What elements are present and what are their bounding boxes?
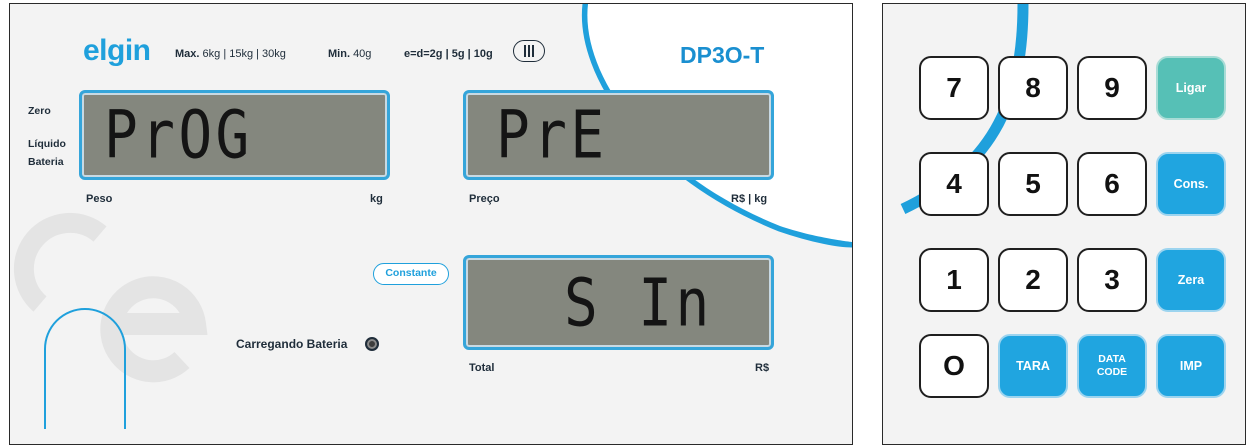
max-capacity: Max. 6kg | 15kg | 30kg	[175, 48, 286, 60]
key-label: Cons.	[1173, 177, 1209, 191]
min-capacity: Min. 40g	[328, 48, 372, 60]
total-unit: R$	[755, 362, 770, 374]
key-label: Ligar	[1175, 81, 1207, 95]
division-spec: e=d=2g | 5g | 10g	[404, 48, 493, 60]
weight-label: Peso	[86, 193, 113, 205]
total-label: Total	[469, 362, 495, 374]
charging-led-icon	[365, 337, 379, 351]
key-label-line2: CODE	[1096, 366, 1128, 378]
consult-button[interactable]: Cons.	[1156, 152, 1226, 216]
total-value: S In	[564, 264, 713, 341]
key-label: 4	[946, 168, 962, 199]
key-2[interactable]: 2	[998, 248, 1068, 312]
total-display: S In	[463, 255, 774, 350]
weight-unit: kg	[370, 193, 383, 205]
key-label: Zera	[1177, 273, 1205, 287]
key-label: 2	[1025, 264, 1041, 295]
zero-indicator-label: Zero	[28, 105, 51, 117]
data-code-button[interactable]: DATA CODE	[1077, 334, 1147, 398]
key-label: O	[943, 350, 965, 381]
key-label: 6	[1104, 168, 1120, 199]
key-label: 5	[1025, 168, 1041, 199]
key-label: DATA	[1098, 353, 1126, 365]
elgin-logo: elgin	[83, 34, 151, 67]
key-1[interactable]: 1	[919, 248, 989, 312]
model-name: DP3O-T	[680, 42, 765, 68]
price-value: PrE	[496, 96, 608, 174]
weight-value: PrOG	[104, 96, 253, 174]
print-button[interactable]: IMP	[1156, 334, 1226, 398]
key-9[interactable]: 9	[1077, 56, 1147, 120]
key-label: IMP	[1179, 359, 1203, 373]
price-label: Preço	[469, 193, 500, 205]
weight-display: PrOG	[79, 90, 390, 180]
key-label: 8	[1025, 72, 1041, 103]
price-unit: R$ | kg	[731, 193, 768, 205]
battery-indicator-label: Bateria	[28, 156, 64, 168]
key-6[interactable]: 6	[1077, 152, 1147, 216]
net-indicator-label: Líquido	[28, 138, 66, 150]
key-3[interactable]: 3	[1077, 248, 1147, 312]
key-7[interactable]: 7	[919, 56, 989, 120]
scale-front-panel: elgin Max. 6kg | 15kg | 30kg Min. 40g e=…	[9, 3, 853, 445]
key-label: 3	[1104, 264, 1120, 295]
price-display: PrE	[463, 90, 774, 180]
key-0[interactable]: O	[919, 334, 989, 398]
key-label: 9	[1104, 72, 1120, 103]
key-label: 1	[946, 264, 962, 295]
charging-label: Carregando Bateria	[236, 337, 348, 351]
key-label: 7	[946, 72, 962, 103]
keypad-panel: 7 8 9 Ligar 4 5 6 Cons. 1 2 3 Zera O TARA DATA CODE IMP	[882, 3, 1246, 445]
constant-badge: Constante	[373, 263, 449, 285]
key-5[interactable]: 5	[998, 152, 1068, 216]
power-on-button[interactable]: Ligar	[1156, 56, 1226, 120]
key-4[interactable]: 4	[919, 152, 989, 216]
decorative-arc	[13, 4, 852, 429]
zero-button[interactable]: Zera	[1156, 248, 1226, 312]
tare-button[interactable]: TARA	[998, 334, 1068, 398]
key-label: TARA	[1016, 359, 1050, 373]
key-8[interactable]: 8	[998, 56, 1068, 120]
battery-bars-icon	[513, 40, 545, 62]
